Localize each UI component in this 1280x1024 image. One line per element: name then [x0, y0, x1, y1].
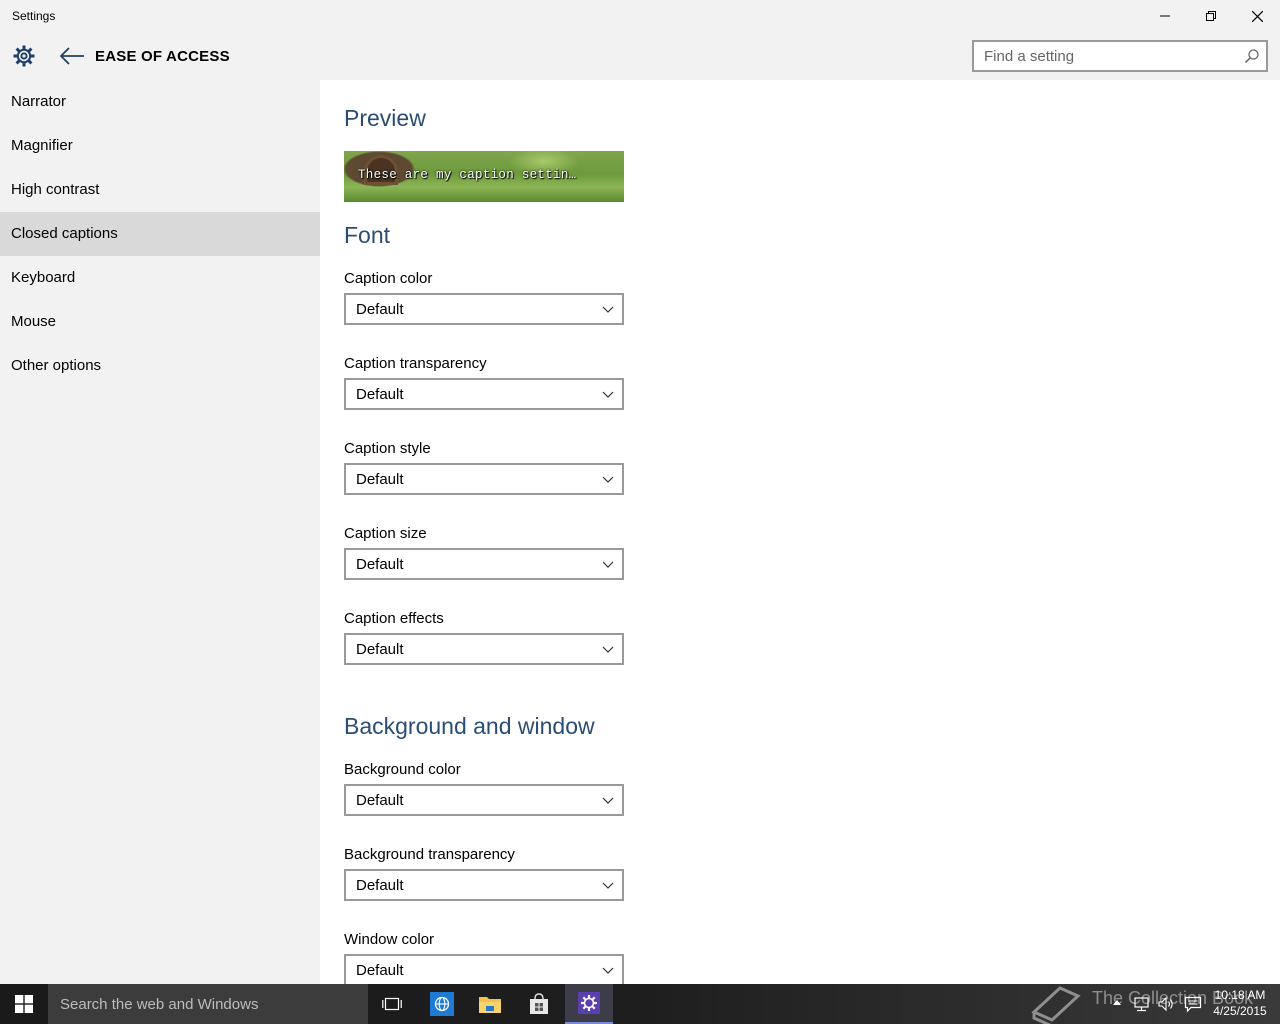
background-color-label: Background color — [344, 761, 461, 778]
window-color-label: Window color — [344, 931, 435, 948]
minimize-icon — [1160, 15, 1170, 17]
book-logo-icon — [1031, 986, 1081, 1024]
restore-button[interactable] — [1188, 0, 1234, 32]
sidebar-item-closed-captions[interactable]: Closed captions — [0, 212, 320, 256]
background-color-dropdown[interactable]: Default — [344, 784, 624, 816]
caption-size-dropdown[interactable]: Default — [344, 548, 624, 580]
chevron-down-icon — [602, 797, 614, 804]
dropdown-value: Default — [356, 301, 404, 318]
dropdown-value: Default — [356, 556, 404, 573]
caption-color-dropdown[interactable]: Default — [344, 293, 624, 325]
taskbar-file-explorer-button[interactable] — [466, 984, 514, 1024]
caption-transparency-label: Caption transparency — [344, 355, 487, 372]
dropdown-value: Default — [356, 962, 404, 979]
taskbar-search-input[interactable] — [48, 984, 368, 1024]
chevron-down-icon — [602, 646, 614, 653]
close-icon — [1251, 10, 1263, 22]
caption-transparency-dropdown[interactable]: Default — [344, 378, 624, 410]
search-input[interactable] — [974, 42, 1236, 70]
task-view-button[interactable] — [368, 984, 416, 1024]
dropdown-value: Default — [356, 641, 404, 658]
clock-date: 4/25/2015 — [1213, 1004, 1267, 1018]
chevron-down-icon — [602, 967, 614, 974]
window-color-dropdown[interactable]: Default — [344, 954, 624, 984]
sidebar-item-other-options[interactable]: Other options — [0, 344, 320, 388]
caption-preview-text: These are my caption settin… — [358, 168, 577, 182]
back-arrow-icon — [59, 47, 84, 65]
chevron-down-icon — [602, 476, 614, 483]
window-title: Settings — [12, 9, 56, 23]
caption-effects-dropdown[interactable]: Default — [344, 633, 624, 665]
caption-color-label: Caption color — [344, 270, 433, 287]
dropdown-value: Default — [356, 386, 404, 403]
chevron-down-icon — [602, 882, 614, 889]
preview-heading: Preview — [344, 105, 426, 131]
caption-style-dropdown[interactable]: Default — [344, 463, 624, 495]
clock-time: 10:18 AM — [1214, 988, 1266, 1002]
gear-icon — [13, 45, 35, 67]
page-title: EASE OF ACCESS — [95, 48, 230, 65]
start-button[interactable] — [0, 984, 48, 1024]
sidebar-item-magnifier[interactable]: Magnifier — [0, 124, 320, 168]
font-heading: Font — [344, 222, 391, 248]
settings-home-button[interactable] — [10, 42, 38, 70]
caption-effects-label: Caption effects — [344, 610, 444, 627]
volume-icon[interactable] — [1157, 995, 1175, 1013]
caption-style-label: Caption style — [344, 440, 431, 457]
windows-logo-icon — [15, 995, 33, 1013]
sidebar-item-narrator[interactable]: Narrator — [0, 80, 320, 124]
taskbar: The Collection Book 10:18 AM 4/25/2015 — [0, 984, 1280, 1024]
background-transparency-label: Background transparency — [344, 846, 515, 863]
caption-size-label: Caption size — [344, 525, 427, 542]
taskbar-clock[interactable]: 10:18 AM 4/25/2015 — [1208, 987, 1272, 1019]
store-icon — [530, 993, 548, 1014]
closed-captions-page: Preview These are my caption settin… Fon… — [320, 80, 1280, 984]
taskbar-search-box[interactable] — [48, 984, 368, 1024]
chevron-down-icon — [602, 306, 614, 313]
internet-explorer-icon — [430, 992, 454, 1016]
find-setting-search[interactable] — [972, 40, 1268, 72]
restore-icon — [1206, 11, 1216, 21]
search-icon[interactable] — [1244, 48, 1260, 64]
chevron-up-icon[interactable] — [1110, 996, 1124, 1010]
dropdown-value: Default — [356, 877, 404, 894]
dropdown-value: Default — [356, 792, 404, 809]
back-button[interactable] — [56, 42, 88, 70]
sidebar-nav: Narrator Magnifier High contrast Closed … — [0, 80, 320, 984]
task-view-icon — [382, 997, 402, 1011]
sidebar-item-mouse[interactable]: Mouse — [0, 300, 320, 344]
sidebar-item-keyboard[interactable]: Keyboard — [0, 256, 320, 300]
background-transparency-dropdown[interactable]: Default — [344, 869, 624, 901]
network-icon[interactable] — [1133, 995, 1151, 1013]
settings-header: EASE OF ACCESS — [0, 32, 1280, 80]
taskbar-store-button[interactable] — [515, 984, 563, 1024]
file-explorer-icon — [479, 997, 501, 1013]
settings-icon — [578, 992, 600, 1014]
close-button[interactable] — [1234, 0, 1280, 32]
dropdown-value: Default — [356, 471, 404, 488]
taskbar-settings-button[interactable] — [565, 984, 613, 1024]
minimize-button[interactable] — [1142, 0, 1188, 32]
chevron-down-icon — [602, 391, 614, 398]
caption-preview-image: These are my caption settin… — [344, 151, 624, 202]
title-bar: Settings — [0, 0, 1280, 32]
taskbar-browser-button[interactable] — [418, 984, 466, 1024]
background-window-heading: Background and window — [344, 713, 595, 739]
action-center-icon[interactable] — [1184, 995, 1202, 1013]
chevron-down-icon — [602, 561, 614, 568]
sidebar-item-high-contrast[interactable]: High contrast — [0, 168, 320, 212]
